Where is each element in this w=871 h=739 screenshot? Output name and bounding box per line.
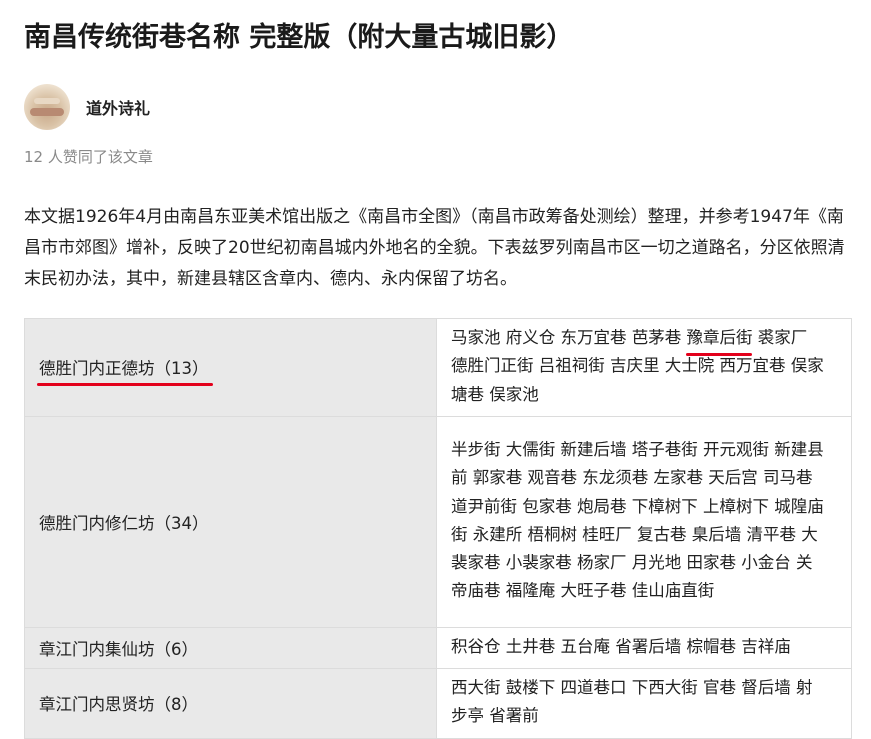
district-cell: 章江门内思贤坊（8） xyxy=(24,668,437,739)
district-name: 德胜门内修仁坊（34） xyxy=(39,513,209,533)
streets-text: 马家池 府义仓 东万宜巷 芭茅巷 xyxy=(451,328,687,347)
streets-cell: 马家池 府义仓 东万宜巷 芭茅巷 豫章后街 裘家厂 德胜门正街 吕祖祠街 吉庆里… xyxy=(436,318,852,417)
red-underline-mark xyxy=(686,353,753,357)
red-underline-mark xyxy=(37,383,213,387)
district-name: 章江门内思贤坊（8） xyxy=(39,695,198,715)
streets-text: 半步街 大儒街 新建后墙 塔子巷街 开元观街 新建县前 郭家巷 观音巷 东龙须巷… xyxy=(451,440,824,601)
streets-cell: 半步街 大儒街 新建后墙 塔子巷街 开元观街 新建县前 郭家巷 观音巷 东龙须巷… xyxy=(436,415,852,628)
table-row: 德胜门内正德坊（13） 马家池 府义仓 东万宜巷 芭茅巷 豫章后街 裘家厂 德胜… xyxy=(24,318,852,417)
table-row: 章江门内集仙坊（6） 积谷仓 土井巷 五台庵 省署后墙 棕帽巷 吉祥庙 xyxy=(24,626,852,670)
district-cell: 章江门内集仙坊（6） xyxy=(24,626,437,670)
table-row: 章江门内思贤坊（8） 西大街 鼓楼下 四道巷口 下西大街 官巷 督后墙 射步亭 … xyxy=(24,668,852,739)
author-avatar[interactable] xyxy=(24,84,70,130)
streets-cell: 积谷仓 土井巷 五台庵 省署后墙 棕帽巷 吉祥庙 xyxy=(436,626,852,670)
article-title: 南昌传统街巷名称 完整版（附大量古城旧影） xyxy=(24,22,574,53)
district-name: 章江门内集仙坊（6） xyxy=(39,640,198,660)
highlighted-street: 豫章后街 xyxy=(686,328,753,347)
street-table: 德胜门内正德坊（13） 马家池 府义仓 东万宜巷 芭茅巷 豫章后街 裘家厂 德胜… xyxy=(24,318,852,739)
likes-count: 12 人赞同了该文章 xyxy=(24,148,153,166)
district-cell: 德胜门内正德坊（13） xyxy=(24,318,437,417)
author-name[interactable]: 道外诗礼 xyxy=(86,95,150,119)
streets-text: 西大街 鼓楼下 四道巷口 下西大街 官巷 督后墙 射步亭 省署前 xyxy=(451,678,813,726)
streets-cell: 西大街 鼓楼下 四道巷口 下西大街 官巷 督后墙 射步亭 省署前 xyxy=(436,668,852,739)
table-row: 德胜门内修仁坊（34） 半步街 大儒街 新建后墙 塔子巷街 开元观街 新建县前 … xyxy=(24,415,852,628)
author-block[interactable]: 道外诗礼 xyxy=(24,84,150,130)
intro-paragraph: 本文据1926年4月由南昌东亚美术馆出版之《南昌市全图》（南昌市政筹备处测绘）整… xyxy=(24,207,845,289)
district-name: 德胜门内正德坊（13） xyxy=(39,359,209,379)
streets-text: 积谷仓 土井巷 五台庵 省署后墙 棕帽巷 吉祥庙 xyxy=(451,636,791,656)
district-cell: 德胜门内修仁坊（34） xyxy=(24,415,437,628)
